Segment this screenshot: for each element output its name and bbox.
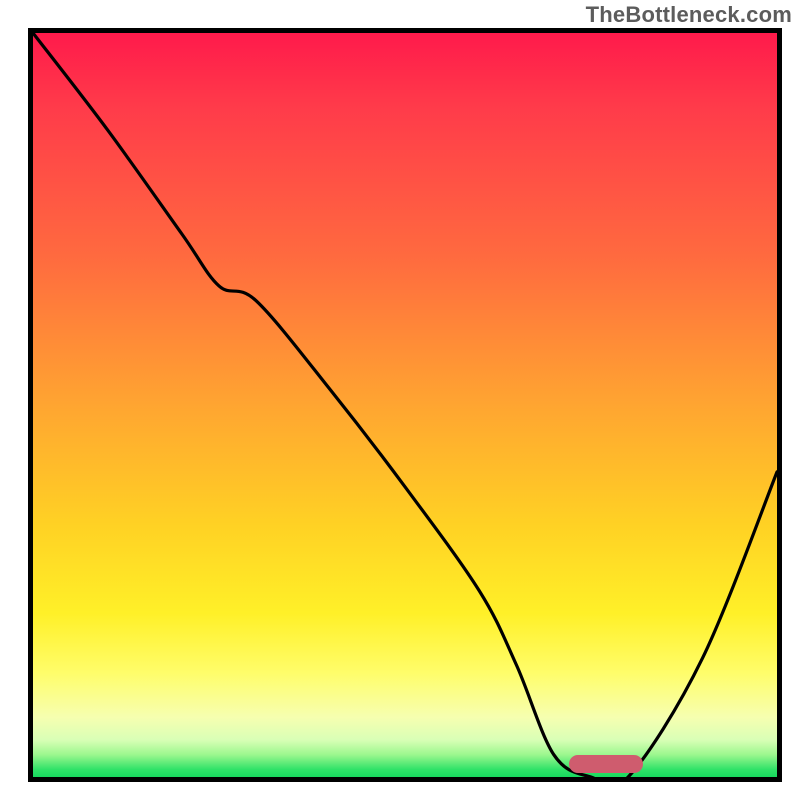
chart-plot-area [28,28,782,782]
optimal-range-bar [569,755,643,773]
bottleneck-curve [33,33,777,777]
watermark-text: TheBottleneck.com [586,2,792,28]
